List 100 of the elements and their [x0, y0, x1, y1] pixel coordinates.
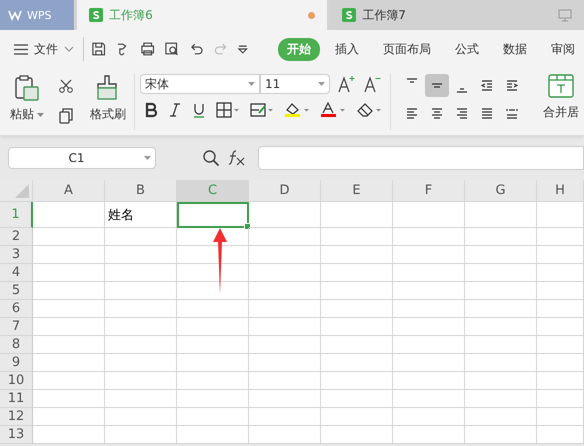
triangle-icon — [15, 184, 29, 198]
row-header[interactable]: 4 — [0, 264, 33, 282]
row-header[interactable]: 10 — [0, 372, 33, 390]
zoom-icon[interactable] — [202, 149, 220, 167]
table-cell — [465, 246, 537, 264]
font-size-dropdown[interactable]: 11 — [260, 74, 330, 94]
font-color-icon[interactable] — [320, 102, 346, 118]
format-painter-button[interactable]: 格式刷 — [90, 74, 126, 123]
table-cell — [249, 282, 321, 300]
table-cell — [537, 354, 584, 372]
row-header[interactable]: 5 — [0, 282, 33, 300]
save-icon[interactable] — [90, 41, 106, 57]
column-header[interactable]: H — [537, 180, 584, 202]
table-cell — [177, 408, 249, 426]
bottom-align-icon — [456, 88, 468, 93]
table-cell — [249, 228, 321, 246]
middle-align-icon — [431, 83, 443, 88]
middle-align-button[interactable] — [425, 74, 449, 97]
right-align-icon — [456, 108, 468, 119]
table-cell — [393, 390, 465, 408]
font-name-dropdown[interactable]: 宋体 — [140, 74, 260, 94]
table-cell — [249, 318, 321, 336]
caret-icon — [318, 82, 325, 86]
table-cell — [105, 372, 177, 390]
table-cell — [33, 426, 105, 444]
print-icon[interactable] — [140, 41, 156, 57]
table-cell — [321, 282, 393, 300]
table-cell — [393, 408, 465, 426]
logo-icon — [8, 9, 22, 21]
borders-icon[interactable] — [216, 102, 240, 118]
scissors-icon[interactable] — [58, 78, 74, 94]
bold-icon[interactable] — [144, 102, 158, 118]
table-cell — [393, 202, 465, 228]
column-header[interactable]: A — [33, 180, 105, 202]
column-header[interactable]: E — [321, 180, 393, 202]
ribbon-tab[interactable]: 页面布局 — [374, 38, 440, 60]
table-cell — [537, 372, 584, 390]
table-cell — [33, 354, 105, 372]
row-header[interactable]: 13 — [0, 426, 33, 444]
table-cell — [249, 202, 321, 228]
row-header[interactable]: 8 — [0, 336, 33, 354]
row-header[interactable]: 9 — [0, 354, 33, 372]
table-cell — [393, 372, 465, 390]
spreadsheet-icon — [342, 8, 356, 22]
row-header[interactable]: 12 — [0, 408, 33, 426]
undo-icon[interactable] — [188, 41, 204, 57]
formula-field[interactable] — [258, 146, 584, 170]
table-cell — [465, 354, 537, 372]
row-header[interactable]: 3 — [0, 246, 33, 264]
table-cell — [321, 246, 393, 264]
table-cell — [537, 426, 584, 444]
table-cell — [537, 318, 584, 336]
table-cell — [105, 390, 177, 408]
distribute-align-icon — [506, 108, 518, 119]
table-cell — [321, 264, 393, 282]
function-icon[interactable] — [228, 150, 246, 166]
ribbon-tab[interactable]: 公式 — [446, 38, 488, 60]
paste-button[interactable]: 粘贴 — [10, 74, 44, 123]
table-cell — [33, 246, 105, 264]
name-box[interactable]: C1 — [8, 147, 156, 169]
decrease-font-icon[interactable] — [364, 75, 382, 93]
column-header[interactable]: B — [105, 180, 177, 202]
table-cell — [33, 390, 105, 408]
table-cell — [33, 318, 105, 336]
table-cell — [249, 426, 321, 444]
table-cell — [321, 336, 393, 354]
caret-icon — [144, 156, 151, 160]
file-menu[interactable]: 文件 — [14, 40, 74, 58]
column-header[interactable]: G — [465, 180, 537, 202]
table-cell — [393, 426, 465, 444]
increase-font-icon[interactable] — [338, 75, 356, 93]
row-header[interactable]: 11 — [0, 390, 33, 408]
table-cell — [105, 300, 177, 318]
dropdown-icon[interactable] — [237, 44, 249, 54]
table-cell — [465, 372, 537, 390]
table-cell — [537, 246, 584, 264]
copy-icon[interactable] — [58, 108, 74, 124]
ribbon-tab[interactable]: 数据 — [494, 38, 536, 60]
row-header[interactable]: 7 — [0, 318, 33, 336]
eraser-icon[interactable] — [356, 102, 382, 118]
print-preview-icon[interactable] — [164, 41, 180, 57]
table-cell — [33, 228, 105, 246]
italic-icon[interactable] — [168, 102, 182, 118]
table-cell — [465, 228, 537, 246]
table-cell — [177, 300, 249, 318]
row-header[interactable]: 6 — [0, 300, 33, 318]
merge-center-button[interactable]: 合并居 — [543, 74, 579, 121]
caret-icon — [248, 82, 255, 86]
ribbon-tab[interactable]: 插入 — [326, 38, 368, 60]
column-header[interactable]: F — [393, 180, 465, 202]
column-header[interactable]: D — [249, 180, 321, 202]
row-header[interactable]: 2 — [0, 228, 33, 246]
ribbon-tab[interactable]: 审阅 — [542, 38, 584, 60]
fill-handle[interactable] — [244, 223, 251, 230]
underline-icon[interactable] — [192, 102, 206, 118]
table-cell — [177, 282, 249, 300]
cell-style-icon[interactable] — [250, 102, 274, 118]
fill-color-icon[interactable] — [284, 102, 310, 118]
table-cell — [537, 202, 584, 228]
merge-cells-icon — [548, 74, 574, 98]
